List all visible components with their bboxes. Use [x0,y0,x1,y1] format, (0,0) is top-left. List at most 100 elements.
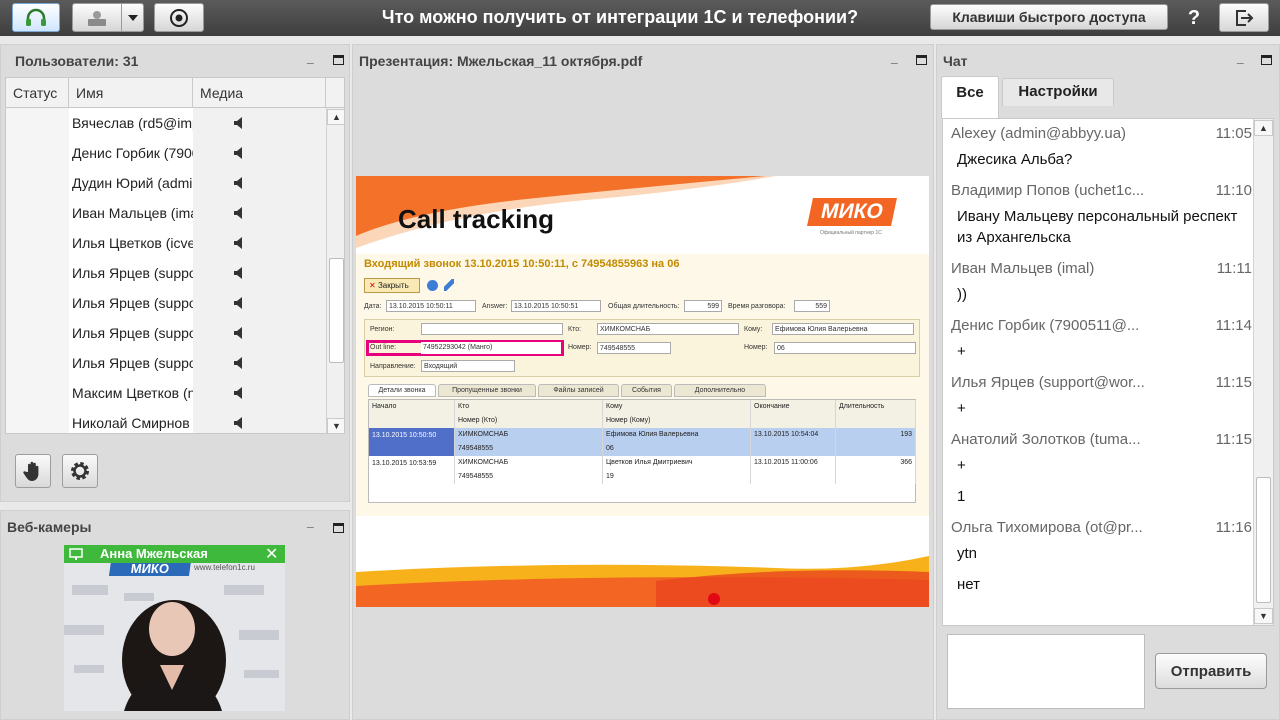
chat-panel-title: Чат [943,53,968,69]
user-name: Дудин Юрий (admi [69,168,193,198]
user-row[interactable]: Денис Горбик (7900 [6,138,326,168]
minimize-icon[interactable]: _ [1237,51,1244,65]
status-cell [6,288,69,318]
speaker-icon[interactable] [233,206,247,220]
speaker-icon[interactable] [233,146,247,160]
presenter-name: Анна Мжельская [100,546,208,561]
chat-author: Илья Ярцев (support@wor... [951,374,1145,391]
media-cell [193,408,326,433]
media-cell [193,168,326,198]
chat-time: 11:16 [1215,519,1252,536]
speaker-icon[interactable] [233,416,247,430]
column-header-media[interactable]: Медиа [193,78,326,108]
tab-settings[interactable]: Настройки [1002,78,1114,106]
settings-button[interactable] [62,454,98,488]
user-row[interactable]: Илья Ярцев (suppo [6,318,326,348]
hotkeys-button[interactable]: Клавиши быстрого доступа [930,4,1168,30]
table-cell: 366 [836,456,916,470]
minimize-icon[interactable]: _ [891,51,898,65]
table-subheader: Номер (Кому) [603,414,751,428]
speaker-icon[interactable] [233,296,247,310]
maximize-icon[interactable] [1261,55,1272,65]
status-cell [6,228,69,258]
speaker-icon[interactable] [233,236,247,250]
info-icon [427,280,438,291]
close-icon[interactable]: ✕ [265,545,278,564]
user-row[interactable]: Илья Ярцев (suppo [6,348,326,378]
user-row[interactable]: Илья Цветков (icve [6,228,326,258]
table-header: Начало [369,400,455,414]
minimize-icon[interactable]: _ [307,51,314,65]
help-icon[interactable]: ? [1180,4,1208,32]
exit-button[interactable] [1219,3,1269,32]
maximize-icon[interactable] [333,55,344,65]
user-row[interactable]: Вячеслав (rd5@imp [6,108,326,138]
table-cell: 749548555 [455,442,603,456]
region-value [421,323,563,335]
maximize-icon[interactable] [916,55,927,65]
chat-scrollbar[interactable]: ▲ ▼ [1253,119,1273,625]
user-row[interactable]: Николай Смирнов [6,408,326,433]
user-row[interactable]: Илья Ярцев (suppo [6,258,326,288]
doc-title: Входящий звонок 13.10.2015 10:50:11, с 7… [364,258,680,270]
user-menu-dropdown[interactable] [121,3,144,32]
user-row[interactable]: Иван Мальцев (ima [6,198,326,228]
chat-time: 11:11 [1216,260,1252,277]
media-cell [193,378,326,408]
speaker-icon[interactable] [233,356,247,370]
user-name: Иван Мальцев (ima [69,198,193,228]
scroll-down-arrow[interactable]: ▼ [1254,608,1273,624]
minimize-icon[interactable]: _ [307,515,314,529]
speaker-icon[interactable] [233,116,247,130]
number-label: Номер: [568,344,592,351]
status-cell [6,138,69,168]
raise-hand-button[interactable] [15,454,51,488]
record-button[interactable] [154,3,204,32]
speaker-icon[interactable] [233,266,247,280]
tab-all[interactable]: Все [941,76,999,118]
headset-button[interactable] [12,3,60,32]
user-row[interactable]: Максим Цветков (n [6,378,326,408]
gear-icon [71,462,89,480]
user-card-button[interactable] [72,3,122,32]
table-cell: 19 [603,470,751,484]
media-cell [193,288,326,318]
raise-hand-icon [23,461,39,481]
chat-message-text: Джесика Альба? [957,151,1073,168]
direction-value: Входящий [421,360,515,372]
table-subheader: Номер (Кто) [455,414,603,428]
status-cell [6,198,69,228]
scroll-up-arrow[interactable]: ▲ [327,109,344,125]
scroll-thumb[interactable] [1256,477,1271,603]
page-title: Что можно получить от интеграции 1С и те… [381,7,859,27]
speaker-icon[interactable] [233,386,247,400]
exit-icon [1236,9,1254,26]
chat-author: Alexey (admin@abbyy.ua) [951,125,1127,142]
send-button[interactable]: Отправить [1155,653,1267,689]
user-row[interactable]: Дудин Юрий (admi [6,168,326,198]
status-cell [6,378,69,408]
answer-value: 13.10.2015 10:50:51 [511,300,601,312]
webcam-video: МИКО www.telefon1c.ru Анна Мжельская ✕ [64,545,285,711]
number2-label: Номер: [744,344,768,351]
scroll-up-arrow[interactable]: ▲ [1254,120,1273,136]
maximize-icon[interactable] [333,523,344,533]
users-scrollbar[interactable]: ▲ ▼ [326,108,344,433]
scroll-down-arrow[interactable]: ▼ [327,418,344,433]
chat-message-input[interactable] [947,634,1145,709]
scroll-thumb[interactable] [329,258,344,363]
date-value: 13.10.2015 10:50:11 [386,300,476,312]
speaker-icon[interactable] [233,176,247,190]
webcam-panel-title: Веб-камеры [7,519,92,535]
chat-message-text: )) [957,286,967,303]
user-row[interactable]: Илья Ярцев (suppo [6,288,326,318]
table-cell: Ефимова Юлия Валерьевна [603,428,751,442]
column-header-name[interactable]: Имя [69,78,193,108]
table-subheader [369,414,455,428]
user-name: Илья Ярцев (suppo [69,258,193,288]
column-header-status[interactable]: Статус [6,78,69,108]
record-icon [170,8,188,27]
chat-author: Денис Горбик (7900511@... [951,317,1140,334]
speaker-icon[interactable] [233,326,247,340]
chevron-down-icon [127,14,138,21]
